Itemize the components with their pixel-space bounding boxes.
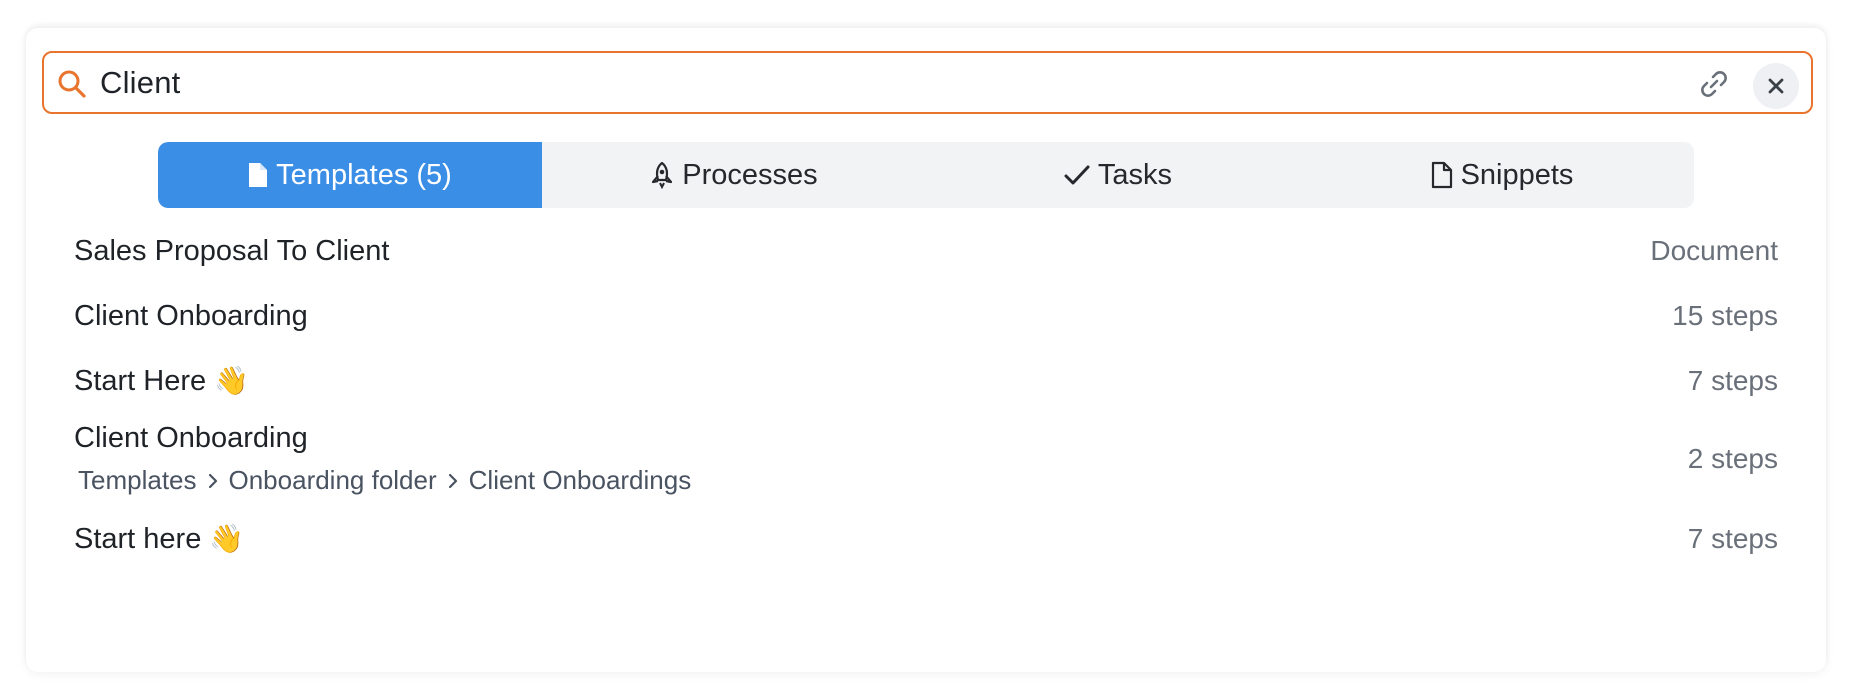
result-title: Client Onboarding — [74, 422, 308, 454]
document-outline-icon — [1431, 161, 1452, 189]
breadcrumb-item[interactable]: Client Onboardings — [469, 465, 692, 496]
result-item[interactable]: Client Onboarding Templates Onboarding f… — [74, 422, 1778, 496]
document-filled-icon — [249, 163, 268, 187]
result-item[interactable]: Sales Proposal To Client Document — [74, 226, 1778, 276]
result-meta: 7 steps — [1687, 523, 1778, 554]
search-box[interactable]: Client — [42, 51, 1813, 114]
result-meta: 15 steps — [1672, 300, 1778, 331]
close-icon — [1768, 78, 1784, 94]
tab-label: Tasks — [1097, 158, 1173, 191]
result-item[interactable]: Start here 👋 7 steps — [74, 514, 1778, 564]
tab-label: Processes — [682, 158, 818, 191]
chevron-right-icon — [448, 473, 457, 488]
rocket-icon — [652, 161, 673, 189]
breadcrumb-item[interactable]: Onboarding folder — [229, 465, 437, 496]
result-item[interactable]: Start Here 👋 7 steps — [74, 356, 1778, 406]
waving-hand-emoji: 👋 — [209, 522, 245, 555]
breadcrumb-item[interactable]: Templates — [78, 465, 197, 496]
chevron-right-icon — [208, 473, 217, 488]
result-item[interactable]: Client Onboarding 15 steps — [74, 291, 1778, 341]
result-title-wrap: Start Here 👋 — [74, 364, 249, 398]
breadcrumb: Templates Onboarding folder Client Onboa… — [74, 465, 691, 496]
tab-label: Snippets — [1460, 158, 1574, 191]
tab-templates[interactable]: Templates (5) — [158, 142, 542, 208]
search-icon — [58, 70, 86, 98]
result-text: Client Onboarding Templates Onboarding f… — [74, 422, 691, 496]
waving-hand-emoji: 👋 — [214, 364, 250, 397]
result-title: Start Here — [74, 365, 207, 397]
clear-search-button[interactable] — [1753, 63, 1799, 109]
search-input[interactable]: Client — [100, 53, 180, 112]
search-panel: Client Templates (5) Processes Tasks Sni… — [26, 28, 1826, 672]
category-tabs: Templates (5) Processes Tasks Snippets — [158, 142, 1694, 208]
result-meta: 2 steps — [1687, 443, 1778, 474]
link-icon[interactable] — [1697, 67, 1731, 101]
tab-tasks[interactable]: Tasks — [926, 142, 1310, 208]
checkmark-icon — [1064, 165, 1090, 185]
tab-processes[interactable]: Processes — [542, 142, 926, 208]
result-title: Start here — [74, 523, 202, 555]
tab-label: Templates (5) — [276, 158, 452, 191]
result-title: Sales Proposal To Client — [74, 234, 390, 267]
result-title-wrap: Start here 👋 — [74, 522, 244, 556]
tab-snippets[interactable]: Snippets — [1310, 142, 1694, 208]
result-title: Client Onboarding — [74, 299, 308, 332]
result-meta: Document — [1650, 235, 1778, 266]
result-meta: 7 steps — [1687, 365, 1778, 396]
